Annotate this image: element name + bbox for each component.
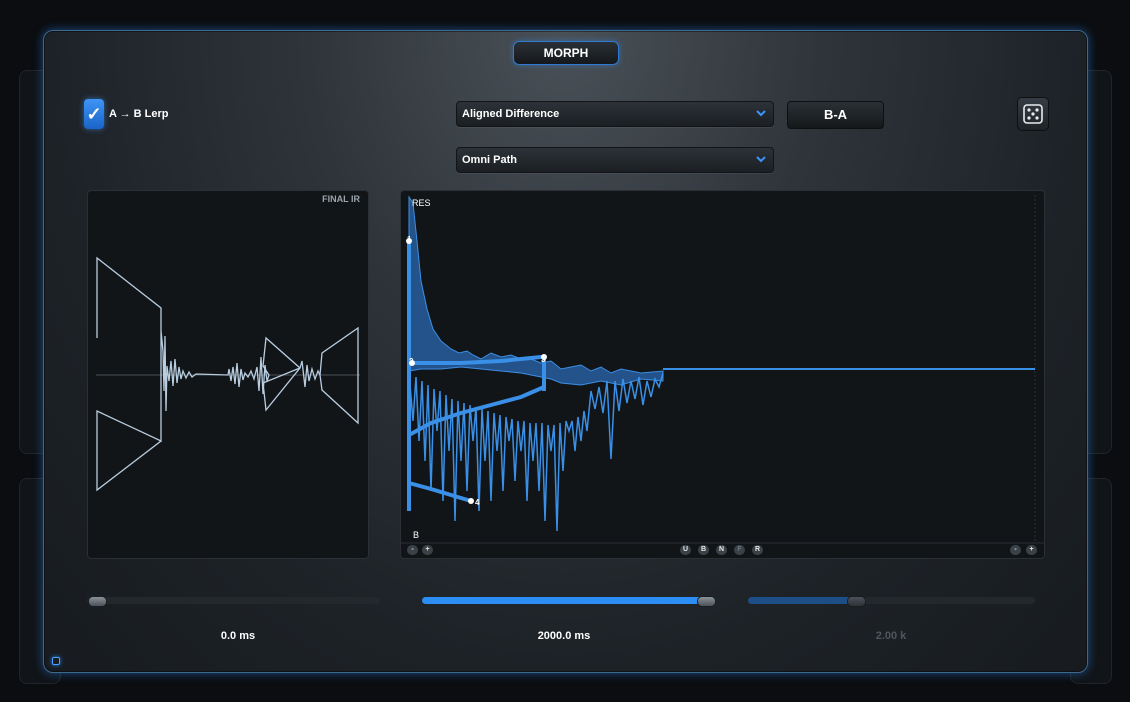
predelay-slider-thumb[interactable] — [88, 596, 107, 607]
corner-indicator[interactable] — [52, 657, 60, 665]
zoom-out-right-button[interactable]: - — [1010, 545, 1021, 555]
zoom-in-left-button[interactable]: + — [422, 545, 433, 555]
lerp-checkbox-label: A → B Lerp — [109, 108, 169, 120]
b-label: B — [413, 530, 420, 540]
b-minus-a-button[interactable]: B-A — [787, 101, 884, 129]
envelope-editor[interactable]: RES B 1 2 3 4 - + U B N F R - + — [400, 190, 1045, 559]
morph-title-button[interactable]: MORPH — [513, 41, 619, 65]
envelope-graph[interactable] — [401, 191, 1044, 558]
envelope-point-label[interactable]: 4 — [475, 498, 479, 507]
frequency-value: 2.00 k — [875, 630, 907, 642]
morph-window: MORPH ✓ A → B Lerp Aligned Difference Om… — [43, 30, 1088, 673]
mode-dropdown[interactable]: Aligned Difference — [456, 101, 774, 127]
length-slider-thumb[interactable] — [697, 596, 716, 607]
envelope-point-label[interactable]: 3 — [541, 355, 545, 364]
mode-n-button[interactable]: N — [716, 545, 727, 555]
envelope-point-label[interactable]: 1 — [407, 235, 411, 244]
chevron-down-icon — [756, 110, 766, 117]
frequency-slider-fill — [748, 597, 853, 604]
final-ir-waveform — [96, 256, 360, 492]
final-ir-label: FINAL IR — [322, 194, 360, 204]
randomize-button[interactable] — [1017, 97, 1049, 131]
frequency-slider-thumb[interactable] — [847, 596, 866, 607]
dice-icon — [1023, 104, 1043, 124]
predelay-slider[interactable] — [87, 597, 380, 604]
mode-dropdown-value: Aligned Difference — [462, 108, 560, 120]
zoom-out-left-button[interactable]: - — [407, 545, 418, 555]
path-dropdown[interactable]: Omni Path — [456, 147, 774, 173]
length-slider-fill — [422, 597, 707, 604]
zoom-in-right-button[interactable]: + — [1026, 545, 1037, 555]
predelay-value: 0.0 ms — [220, 630, 256, 642]
mode-b-button[interactable]: B — [698, 545, 709, 555]
chevron-down-icon — [756, 156, 766, 163]
envelope-point-label[interactable]: 2 — [409, 357, 413, 366]
residual-label: RES — [412, 198, 431, 208]
mode-f-button[interactable]: F — [734, 545, 745, 555]
final-ir-display: FINAL IR — [87, 190, 369, 559]
path-dropdown-value: Omni Path — [462, 154, 518, 166]
mode-u-button[interactable]: U — [680, 545, 691, 555]
lerp-checkbox[interactable]: ✓ — [84, 99, 104, 129]
mode-r-button[interactable]: R — [752, 545, 763, 555]
length-value: 2000.0 ms — [537, 630, 591, 642]
